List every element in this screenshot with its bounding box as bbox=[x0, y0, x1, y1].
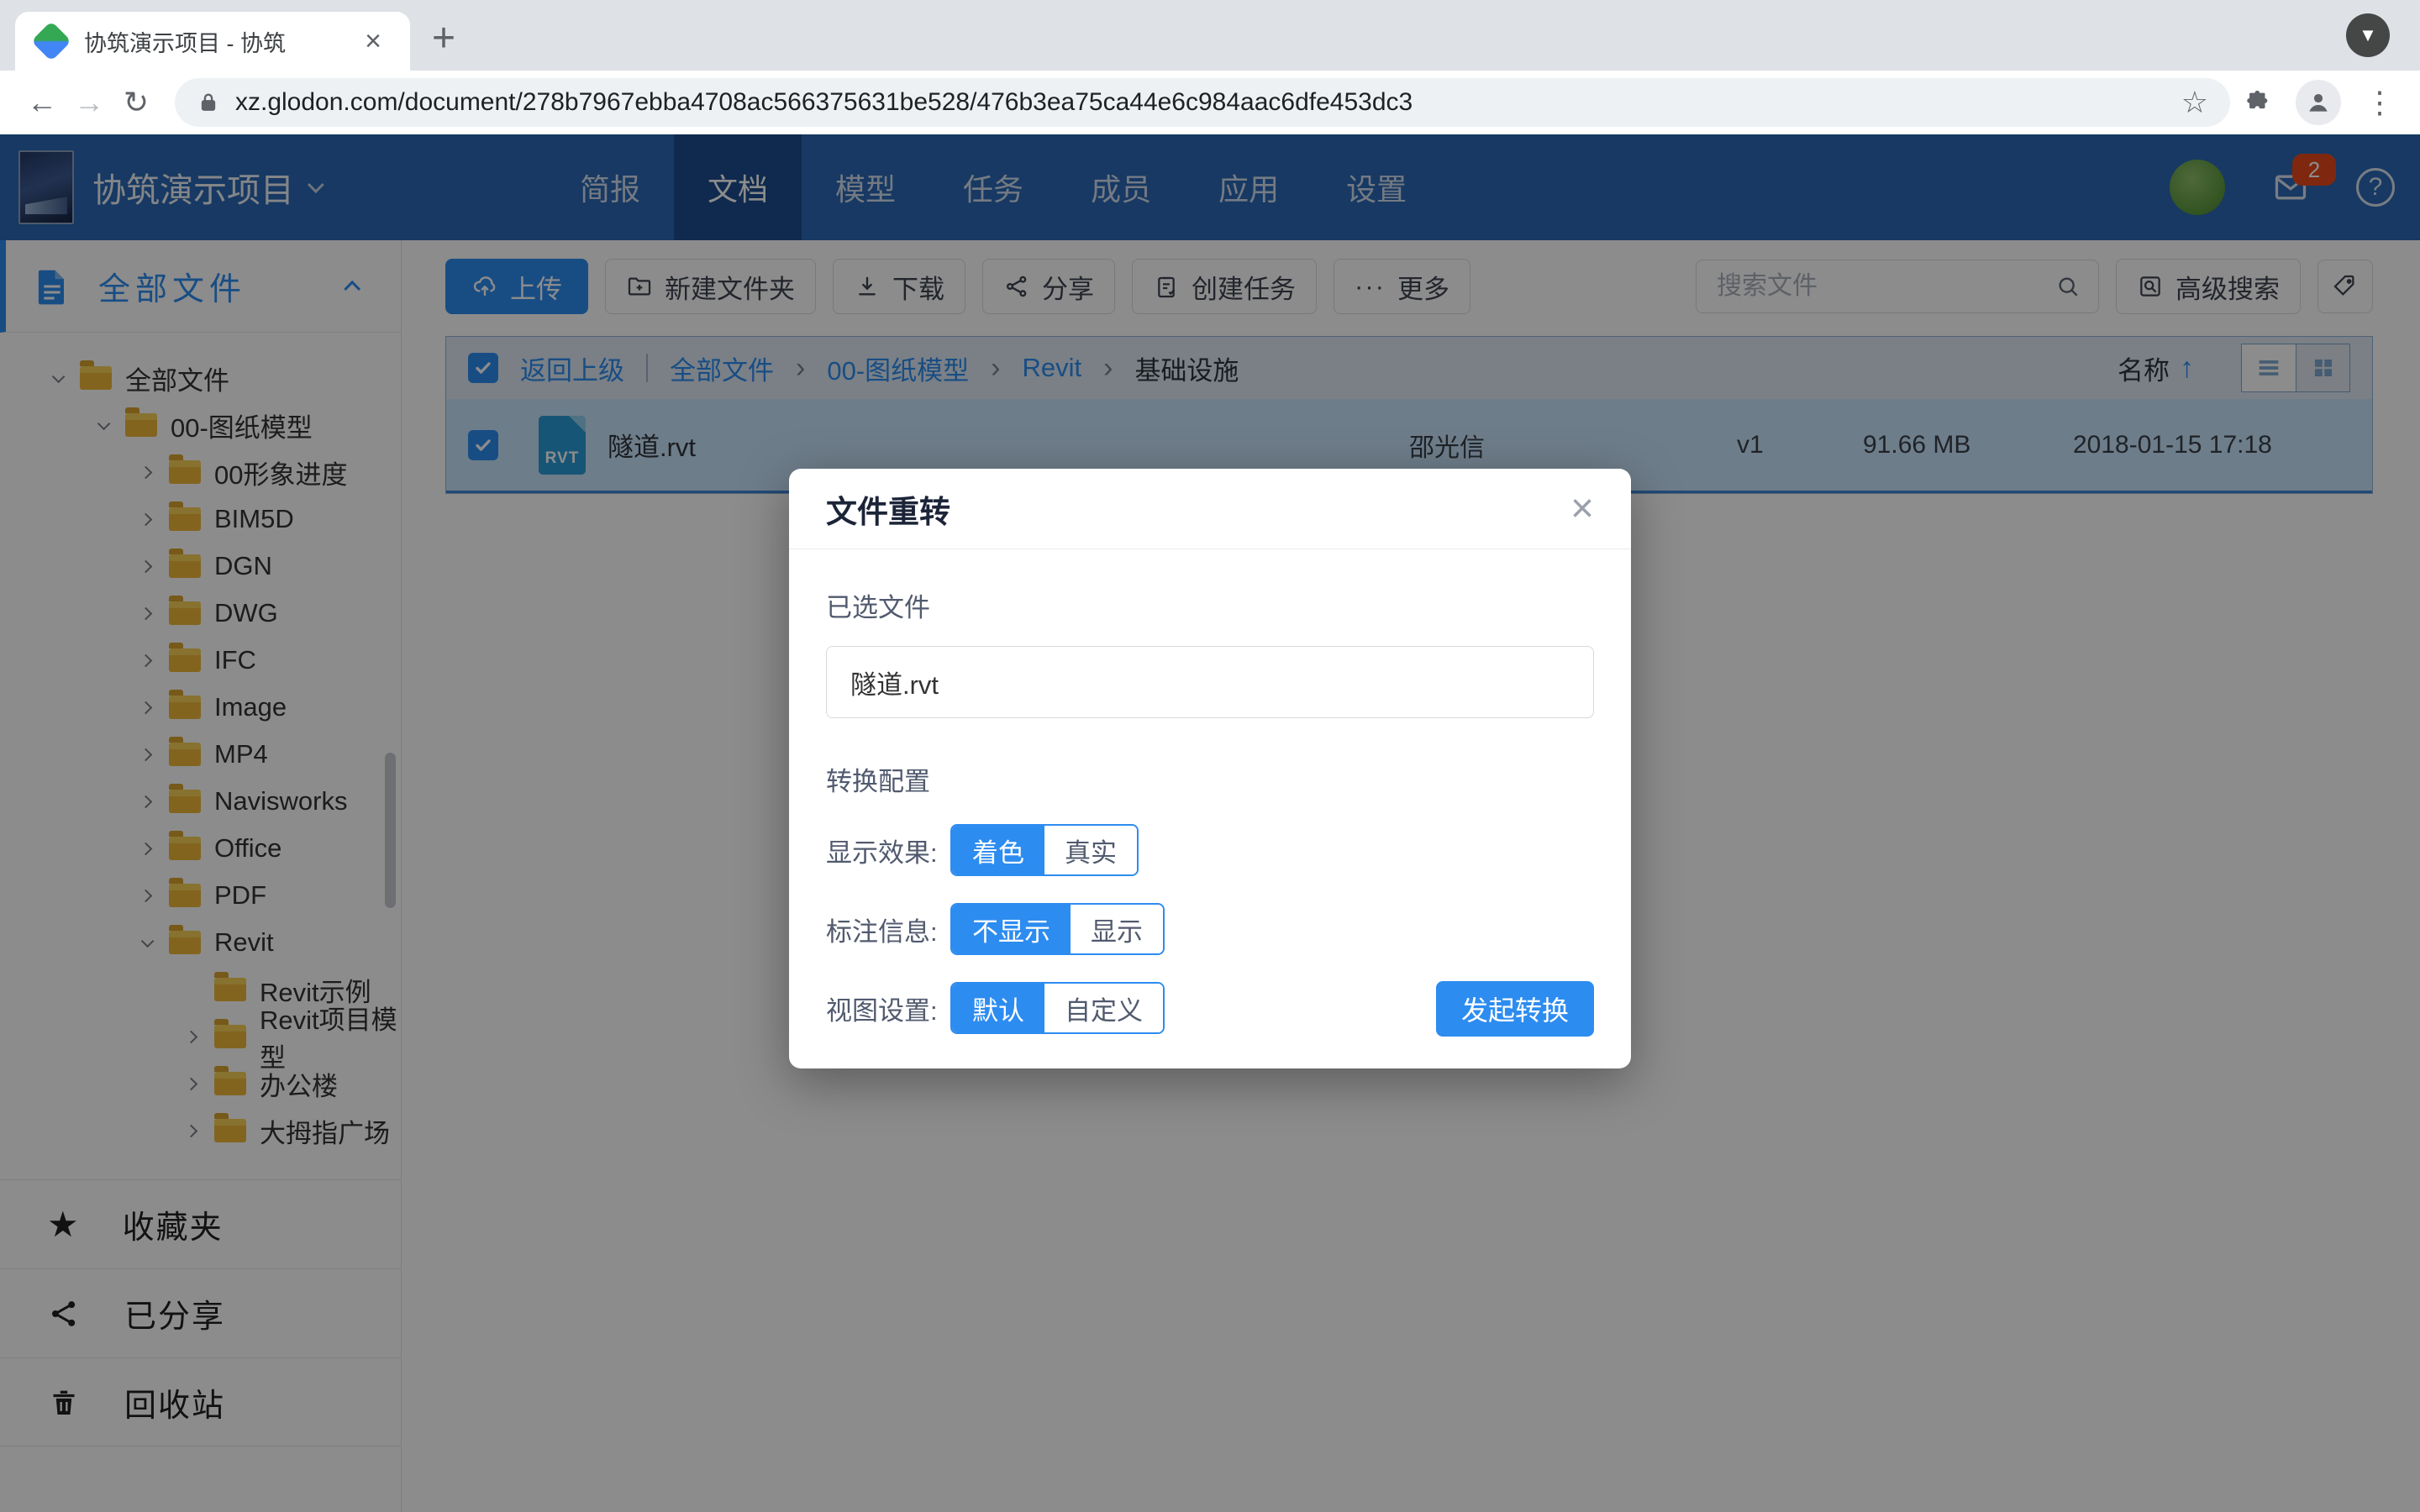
annotation-label: 标注信息: bbox=[826, 911, 950, 948]
address-field[interactable]: xz.glodon.com/document/278b7967ebba4708a… bbox=[175, 78, 2230, 127]
display-effect-toggle: 着色 真实 bbox=[950, 824, 1139, 876]
view-setting-toggle: 默认 自定义 bbox=[950, 982, 1165, 1034]
browser-chrome: 协筑演示项目 - 协筑 × + ▼ ← → ↻ xz.glodon.com/do… bbox=[0, 0, 2420, 134]
browser-avatar-icon[interactable] bbox=[2296, 80, 2341, 125]
site-favicon bbox=[31, 21, 71, 61]
option-realistic[interactable]: 真实 bbox=[1044, 826, 1137, 874]
new-tab-button[interactable]: + bbox=[432, 18, 455, 59]
annotation-row: 标注信息: 不显示 显示 bbox=[826, 902, 1594, 956]
modal-body: 已选文件 转换配置 显示效果: 着色 真实 标注信息: 不显示 显示 视图设置: bbox=[789, 549, 1631, 1035]
option-show[interactable]: 显示 bbox=[1071, 905, 1163, 953]
forward-icon[interactable]: → bbox=[66, 79, 113, 126]
chrome-actions: ⋮ bbox=[2244, 80, 2402, 125]
back-icon[interactable]: ← bbox=[18, 79, 66, 126]
extensions-puzzle-icon[interactable] bbox=[2244, 88, 2272, 117]
option-default[interactable]: 默认 bbox=[952, 984, 1044, 1032]
display-effect-label: 显示效果: bbox=[826, 832, 950, 869]
browser-menu-icon[interactable]: ⋮ bbox=[2365, 85, 2395, 120]
bookmark-star-icon[interactable]: ☆ bbox=[2181, 85, 2208, 120]
browser-tab[interactable]: 协筑演示项目 - 协筑 × bbox=[15, 12, 410, 71]
selected-file-label: 已选文件 bbox=[826, 586, 1594, 624]
modal-header: 文件重转 × bbox=[789, 469, 1631, 549]
app-window: 协筑演示项目 简报 文档 模型 任务 成员 应用 设置 2 ? bbox=[0, 134, 2420, 1512]
modal-footer: 发起转换 bbox=[1436, 981, 1594, 1037]
tab-title: 协筑演示项目 - 协筑 bbox=[84, 25, 358, 58]
url-text: xz.glodon.com/document/278b7967ebba4708a… bbox=[235, 88, 1413, 117]
option-hide[interactable]: 不显示 bbox=[952, 905, 1071, 953]
browser-profile-icon[interactable]: ▼ bbox=[2346, 13, 2390, 57]
convert-config-label: 转换配置 bbox=[826, 760, 1594, 798]
display-effect-row: 显示效果: 着色 真实 bbox=[826, 823, 1594, 877]
modal-title: 文件重转 bbox=[826, 486, 950, 532]
tab-strip: 协筑演示项目 - 协筑 × + ▼ bbox=[0, 0, 2420, 71]
reload-icon[interactable]: ↻ bbox=[113, 79, 160, 126]
tab-close-icon[interactable]: × bbox=[358, 24, 388, 59]
option-custom[interactable]: 自定义 bbox=[1044, 984, 1163, 1032]
selected-file-input[interactable] bbox=[826, 646, 1594, 718]
annotation-toggle: 不显示 显示 bbox=[950, 903, 1165, 955]
lock-icon bbox=[197, 91, 220, 114]
close-icon[interactable]: × bbox=[1570, 489, 1594, 529]
view-setting-label: 视图设置: bbox=[826, 990, 950, 1027]
option-shaded[interactable]: 着色 bbox=[952, 826, 1044, 874]
file-reconvert-modal: 文件重转 × 已选文件 转换配置 显示效果: 着色 真实 标注信息: 不显示 显… bbox=[789, 469, 1631, 1068]
start-convert-button[interactable]: 发起转换 bbox=[1436, 981, 1594, 1037]
url-bar: ← → ↻ xz.glodon.com/document/278b7967ebb… bbox=[0, 71, 2420, 134]
